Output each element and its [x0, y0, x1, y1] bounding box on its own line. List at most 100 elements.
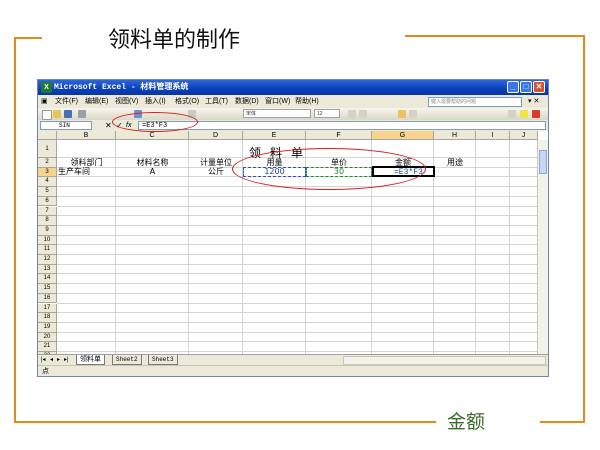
header-department[interactable]: 领料部门: [57, 158, 116, 167]
window-title: Microsoft Excel - 材料管理系统: [54, 83, 189, 92]
vertical-scroll-thumb[interactable]: [539, 150, 547, 174]
row-header[interactable]: 5: [38, 187, 57, 197]
row-header[interactable]: 9: [38, 225, 57, 236]
cells-highlight-ellipse: [232, 148, 426, 190]
column-gridline: [509, 140, 510, 354]
menu-bar: ▣ 文件(F) 编辑(E) 视图(V) 插入(I) 格式(O) 工具(T) 数据…: [38, 95, 548, 108]
cell-material[interactable]: A: [116, 167, 189, 176]
column-gridline: [475, 140, 476, 354]
slide-caption: 金额: [447, 411, 486, 433]
italic-icon[interactable]: [359, 110, 367, 118]
top-left-rule: [14, 37, 42, 39]
formula-input[interactable]: =E3*F3: [138, 121, 546, 130]
row-header[interactable]: 12: [38, 255, 57, 265]
row-gridline: [57, 302, 538, 304]
doc-close-icon[interactable]: ▾ ✕: [528, 95, 539, 108]
row-header[interactable]: 20: [38, 332, 57, 343]
row-header[interactable]: 3: [38, 167, 57, 178]
row-header[interactable]: 7: [38, 206, 57, 217]
column-header[interactable]: J: [510, 131, 538, 140]
font-name-box[interactable]: 宋体: [243, 109, 311, 118]
row-gridline: [57, 292, 538, 294]
tab-sheet3[interactable]: Sheet3: [148, 355, 178, 365]
row-header[interactable]: 17: [38, 303, 57, 314]
font-size-box[interactable]: 12: [314, 109, 340, 118]
name-box[interactable]: SIN: [40, 121, 92, 130]
tab-sheet1[interactable]: 领料单: [76, 355, 105, 365]
new-icon[interactable]: [42, 110, 52, 120]
row-gridline: [57, 341, 538, 343]
menu-format[interactable]: 格式(O): [175, 95, 199, 108]
save-icon[interactable]: [64, 110, 72, 118]
column-header[interactable]: B: [57, 131, 116, 140]
formula-highlight-ellipse: [112, 112, 198, 132]
menu-data[interactable]: 数据(D): [235, 95, 259, 108]
column-header[interactable]: D: [189, 131, 243, 140]
row-header[interactable]: 18: [38, 313, 57, 323]
select-all-corner[interactable]: [38, 131, 57, 140]
excel-logo-icon: X: [41, 82, 52, 93]
header-purpose[interactable]: 用途: [434, 158, 476, 167]
font-color-icon[interactable]: [532, 110, 540, 118]
row-gridline: [57, 321, 538, 323]
row-gridline: [57, 273, 538, 275]
row-header[interactable]: 2: [38, 158, 57, 168]
header-material[interactable]: 材料名称: [116, 158, 189, 167]
row-gridline: [57, 312, 538, 314]
row-header[interactable]: 13: [38, 264, 57, 275]
row-header[interactable]: 16: [38, 293, 57, 304]
menu-edit[interactable]: 编辑(E): [85, 95, 108, 108]
top-right-rule: [405, 35, 585, 37]
bottom-right-rule: [540, 421, 585, 423]
bold-icon[interactable]: [348, 110, 356, 118]
menu-window[interactable]: 窗口(W): [265, 95, 290, 108]
row-header[interactable]: 8: [38, 216, 57, 226]
slide-title: 领料单的制作: [108, 28, 241, 53]
horizontal-scrollbar[interactable]: [343, 356, 546, 365]
row-header[interactable]: 10: [38, 235, 57, 246]
row-header[interactable]: 15: [38, 284, 57, 294]
menu-tools[interactable]: 工具(T): [205, 95, 228, 108]
column-header[interactable]: H: [434, 131, 476, 140]
open-icon[interactable]: [53, 110, 61, 118]
row-header[interactable]: 19: [38, 322, 57, 333]
row-gridline: [57, 254, 538, 255]
align-center-icon[interactable]: [398, 110, 406, 118]
bottom-rule: [14, 421, 436, 423]
print-icon[interactable]: [78, 110, 86, 118]
row-gridline: [57, 215, 538, 217]
close-button[interactable]: ✕: [533, 81, 545, 93]
vertical-scrollbar[interactable]: [537, 140, 548, 354]
menu-file[interactable]: 文件(F): [55, 95, 78, 108]
column-header[interactable]: I: [476, 131, 510, 140]
minimize-button[interactable]: _: [507, 81, 519, 93]
maximize-button[interactable]: □: [520, 81, 532, 93]
row-header[interactable]: 6: [38, 196, 57, 207]
column-header[interactable]: F: [306, 131, 372, 140]
row-gridline: [57, 195, 538, 197]
row-header[interactable]: 14: [38, 274, 57, 285]
column-header-active[interactable]: G: [372, 131, 434, 140]
row-gridline: [57, 331, 538, 333]
menu-insert[interactable]: 插入(I): [145, 95, 166, 108]
tab-sheet2[interactable]: Sheet2: [112, 355, 142, 365]
row-gridline: [57, 205, 538, 207]
doc-icon: ▣: [41, 98, 48, 105]
row-header[interactable]: 21: [38, 342, 57, 352]
borders-icon[interactable]: [508, 110, 516, 118]
left-vertical-rule: [14, 37, 16, 423]
menu-help[interactable]: 帮助(H): [295, 95, 319, 108]
row-header[interactable]: 4: [38, 177, 57, 188]
row-gridline: [57, 351, 538, 352]
fill-color-icon[interactable]: [520, 110, 528, 118]
cancel-icon[interactable]: ✕: [105, 120, 112, 131]
column-header[interactable]: C: [116, 131, 189, 140]
menu-view[interactable]: 视图(V): [115, 95, 138, 108]
cell-department[interactable]: 生产车间: [58, 167, 90, 176]
status-bar: 点: [38, 365, 548, 376]
merge-icon[interactable]: [409, 110, 417, 118]
row-header[interactable]: 11: [38, 245, 57, 255]
help-search-input[interactable]: 键入需要帮助的问题: [428, 97, 522, 107]
column-header[interactable]: E: [243, 131, 306, 140]
row-header[interactable]: 1: [38, 140, 57, 158]
